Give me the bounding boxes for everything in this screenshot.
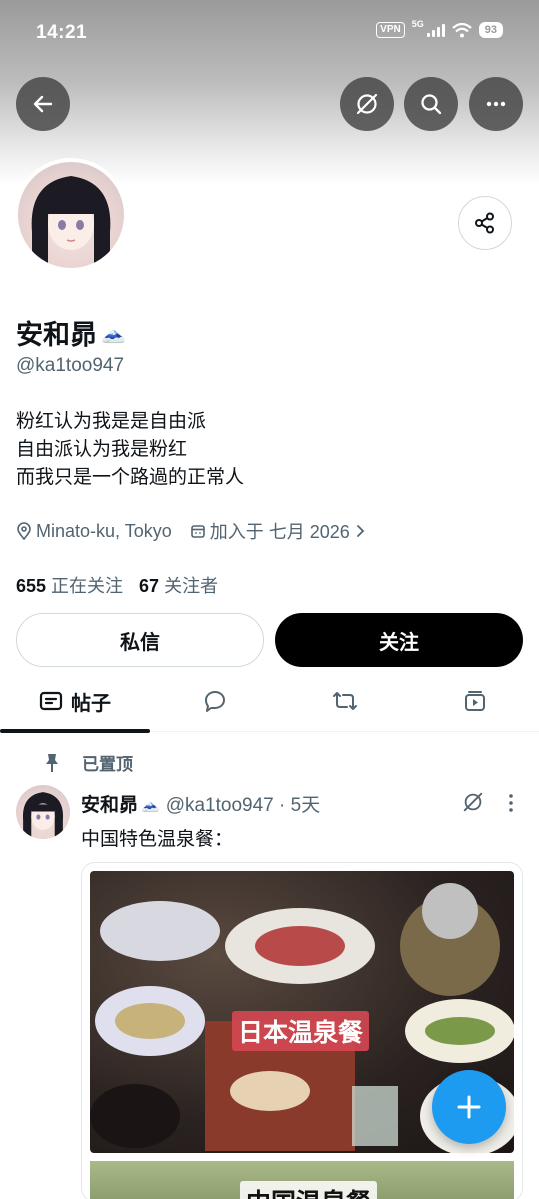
profile-tabs: 帖子 bbox=[0, 670, 539, 733]
back-button[interactable] bbox=[16, 77, 70, 131]
follow-stats: 655 正在关注 67 关注者 bbox=[16, 572, 218, 598]
signal-icon bbox=[426, 23, 445, 37]
media-icon bbox=[464, 691, 485, 711]
profile-name: 安和昴 🗻 bbox=[16, 313, 126, 352]
network-label: 5G bbox=[411, 19, 424, 29]
posts-icon bbox=[39, 691, 63, 711]
joined-text: 加入于 七月 2026 bbox=[209, 522, 350, 542]
message-button[interactable]: 私信 bbox=[16, 613, 264, 667]
location-text: Minato-ku, Tokyo bbox=[36, 520, 172, 541]
image-2-caption: 中国温泉餐 bbox=[240, 1181, 378, 1199]
reply-icon bbox=[205, 691, 225, 712]
more-options-button[interactable] bbox=[469, 77, 523, 131]
tab-reposts[interactable] bbox=[280, 670, 410, 732]
bio-line: 而我只是一个路過的正常人 bbox=[16, 467, 245, 488]
post-grok-button[interactable] bbox=[461, 790, 485, 819]
post-media[interactable]: 日本温泉餐 中国温泉餐 bbox=[81, 862, 523, 1199]
tab-posts-label: 帖子 bbox=[71, 692, 111, 715]
tab-media[interactable] bbox=[410, 670, 539, 732]
bio-line: 粉红认为我是是自由派 bbox=[16, 411, 207, 432]
post-more-button[interactable] bbox=[503, 792, 519, 819]
following-label: 正在关注 bbox=[51, 576, 124, 596]
profile-location: Minato-ku, Tokyo bbox=[16, 521, 172, 542]
following-stat[interactable]: 655 正在关注 bbox=[16, 572, 123, 598]
more-vertical-icon bbox=[509, 794, 513, 812]
calendar-icon bbox=[190, 525, 205, 538]
search-icon bbox=[421, 94, 442, 115]
status-icons: VPN 5G 93 bbox=[376, 19, 503, 38]
search-button[interactable] bbox=[404, 77, 458, 131]
back-arrow-icon bbox=[33, 95, 53, 113]
profile-name-text: 安和昴 bbox=[16, 320, 97, 350]
wifi-icon bbox=[452, 22, 472, 37]
profile-bio: 粉红认为我是是自由派 自由派认为我是粉红 而我只是一个路過的正常人 bbox=[16, 408, 244, 492]
follow-button[interactable]: 关注 bbox=[275, 613, 523, 667]
vpn-badge: VPN bbox=[376, 22, 405, 38]
grok-button[interactable] bbox=[340, 77, 394, 131]
followers-count: 67 bbox=[139, 576, 160, 596]
bio-line: 自由派认为我是粉红 bbox=[16, 439, 188, 460]
profile-joined[interactable]: 加入于 七月 2026 bbox=[190, 518, 366, 544]
profile-handle: @ka1too947 bbox=[16, 355, 125, 376]
grok-icon bbox=[356, 93, 378, 115]
pin-icon bbox=[46, 753, 58, 772]
avatar-image bbox=[18, 162, 124, 268]
post-text: 中国特色温泉餐： bbox=[81, 829, 234, 850]
following-count: 655 bbox=[16, 576, 47, 596]
battery-indicator: 93 bbox=[478, 22, 503, 38]
tab-replies[interactable] bbox=[150, 670, 280, 732]
post-author-avatar[interactable] bbox=[16, 785, 70, 839]
pinned-indicator: 已置顶 bbox=[44, 750, 133, 775]
pinned-label: 已置顶 bbox=[82, 755, 133, 774]
more-icon bbox=[486, 101, 506, 107]
repost-icon bbox=[333, 692, 357, 710]
profile-name-emoji: 🗻 bbox=[101, 322, 126, 344]
location-icon bbox=[17, 522, 31, 540]
post-meta: @ka1too947 · 5天 bbox=[165, 795, 321, 816]
followers-stat[interactable]: 67 关注者 bbox=[139, 572, 218, 598]
tab-posts[interactable]: 帖子 bbox=[0, 670, 150, 733]
profile-meta: Minato-ku, Tokyo 加入于 七月 2026 bbox=[16, 518, 366, 544]
grok-icon bbox=[463, 792, 483, 812]
compose-post-button[interactable] bbox=[432, 1070, 506, 1144]
post-image-2[interactable]: 中国温泉餐 bbox=[90, 1161, 514, 1199]
profile-avatar[interactable] bbox=[14, 158, 128, 272]
plus-icon bbox=[457, 1095, 481, 1119]
share-profile-button[interactable] bbox=[458, 196, 512, 250]
share-icon bbox=[475, 212, 494, 234]
post-author-name-text: 安和昴 bbox=[81, 795, 139, 816]
status-time: 14:21 bbox=[36, 22, 88, 43]
chevron-right-icon bbox=[356, 525, 365, 537]
post-author-name[interactable]: 安和昴 🗻 bbox=[81, 790, 160, 817]
image-1-caption: 日本温泉餐 bbox=[232, 1011, 370, 1051]
status-bar: 14:21 VPN 5G 93 bbox=[0, 0, 539, 62]
followers-label: 关注者 bbox=[164, 576, 219, 596]
post-header: 安和昴 🗻 @ka1too947 · 5天 bbox=[81, 790, 320, 817]
post-author-emoji: 🗻 bbox=[141, 795, 160, 813]
